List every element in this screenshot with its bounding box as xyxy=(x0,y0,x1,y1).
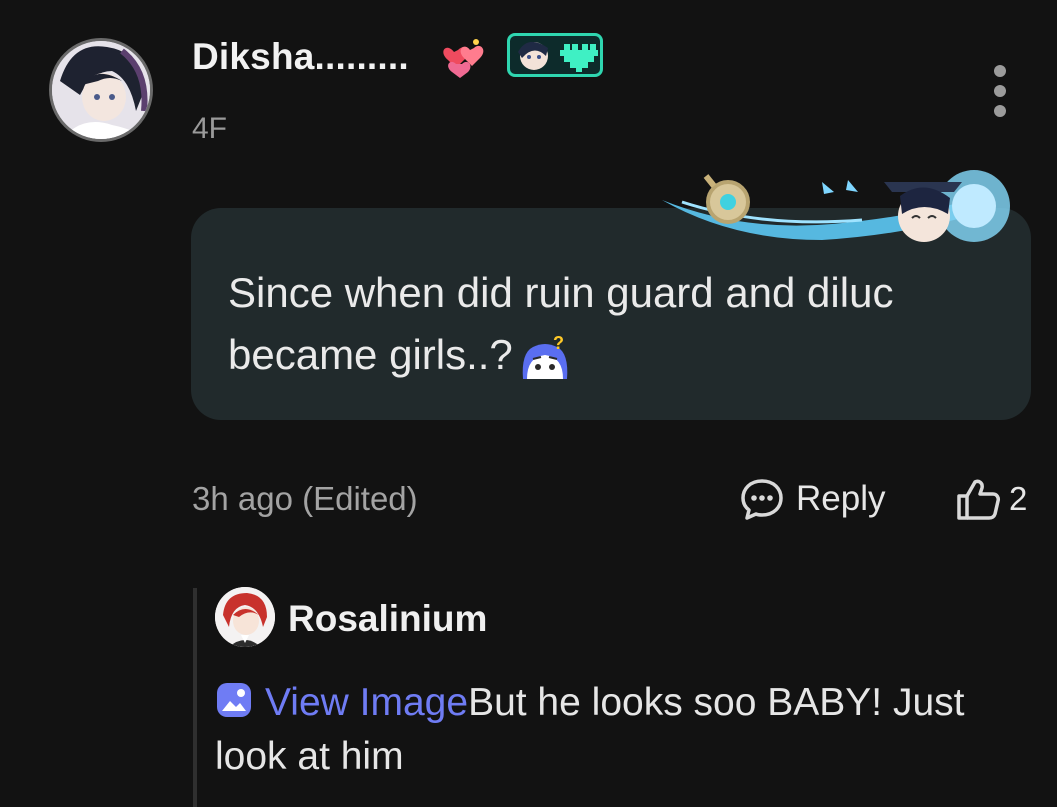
reply-thread-line xyxy=(193,588,197,807)
confused-emoji-icon: ? xyxy=(522,335,568,379)
image-icon xyxy=(217,683,251,717)
reply-text: View ImageBut he looks soo BABY! Just lo… xyxy=(215,676,1035,784)
thumbs-up-icon xyxy=(957,479,1000,520)
view-image-label: View Image xyxy=(265,681,469,724)
reply-avatar[interactable] xyxy=(215,587,275,647)
frame-badge-icon xyxy=(507,33,603,77)
hearts-badge-icon xyxy=(443,39,484,78)
reply-label: Reply xyxy=(796,479,886,518)
like-count: 2 xyxy=(1009,480,1028,517)
view-image-link[interactable]: View Image xyxy=(215,681,468,724)
reply-username[interactable]: Rosalinium xyxy=(288,598,487,640)
more-options-icon[interactable] xyxy=(986,62,1014,120)
commenter-avatar[interactable] xyxy=(49,38,153,142)
like-button[interactable]: 2 xyxy=(955,474,1027,524)
bubble-decoration xyxy=(662,170,1010,242)
comment-text: Since when did ruin guard and diluc beca… xyxy=(228,262,1008,386)
comment-bubble-icon xyxy=(741,479,783,520)
svg-text:?: ? xyxy=(553,335,564,353)
comment-timestamp: 3h ago (Edited) xyxy=(192,480,418,517)
floor-number: 4F xyxy=(192,112,228,145)
commenter-username[interactable]: Diksha......... xyxy=(192,36,409,78)
reply-button[interactable]: Reply xyxy=(740,474,885,524)
